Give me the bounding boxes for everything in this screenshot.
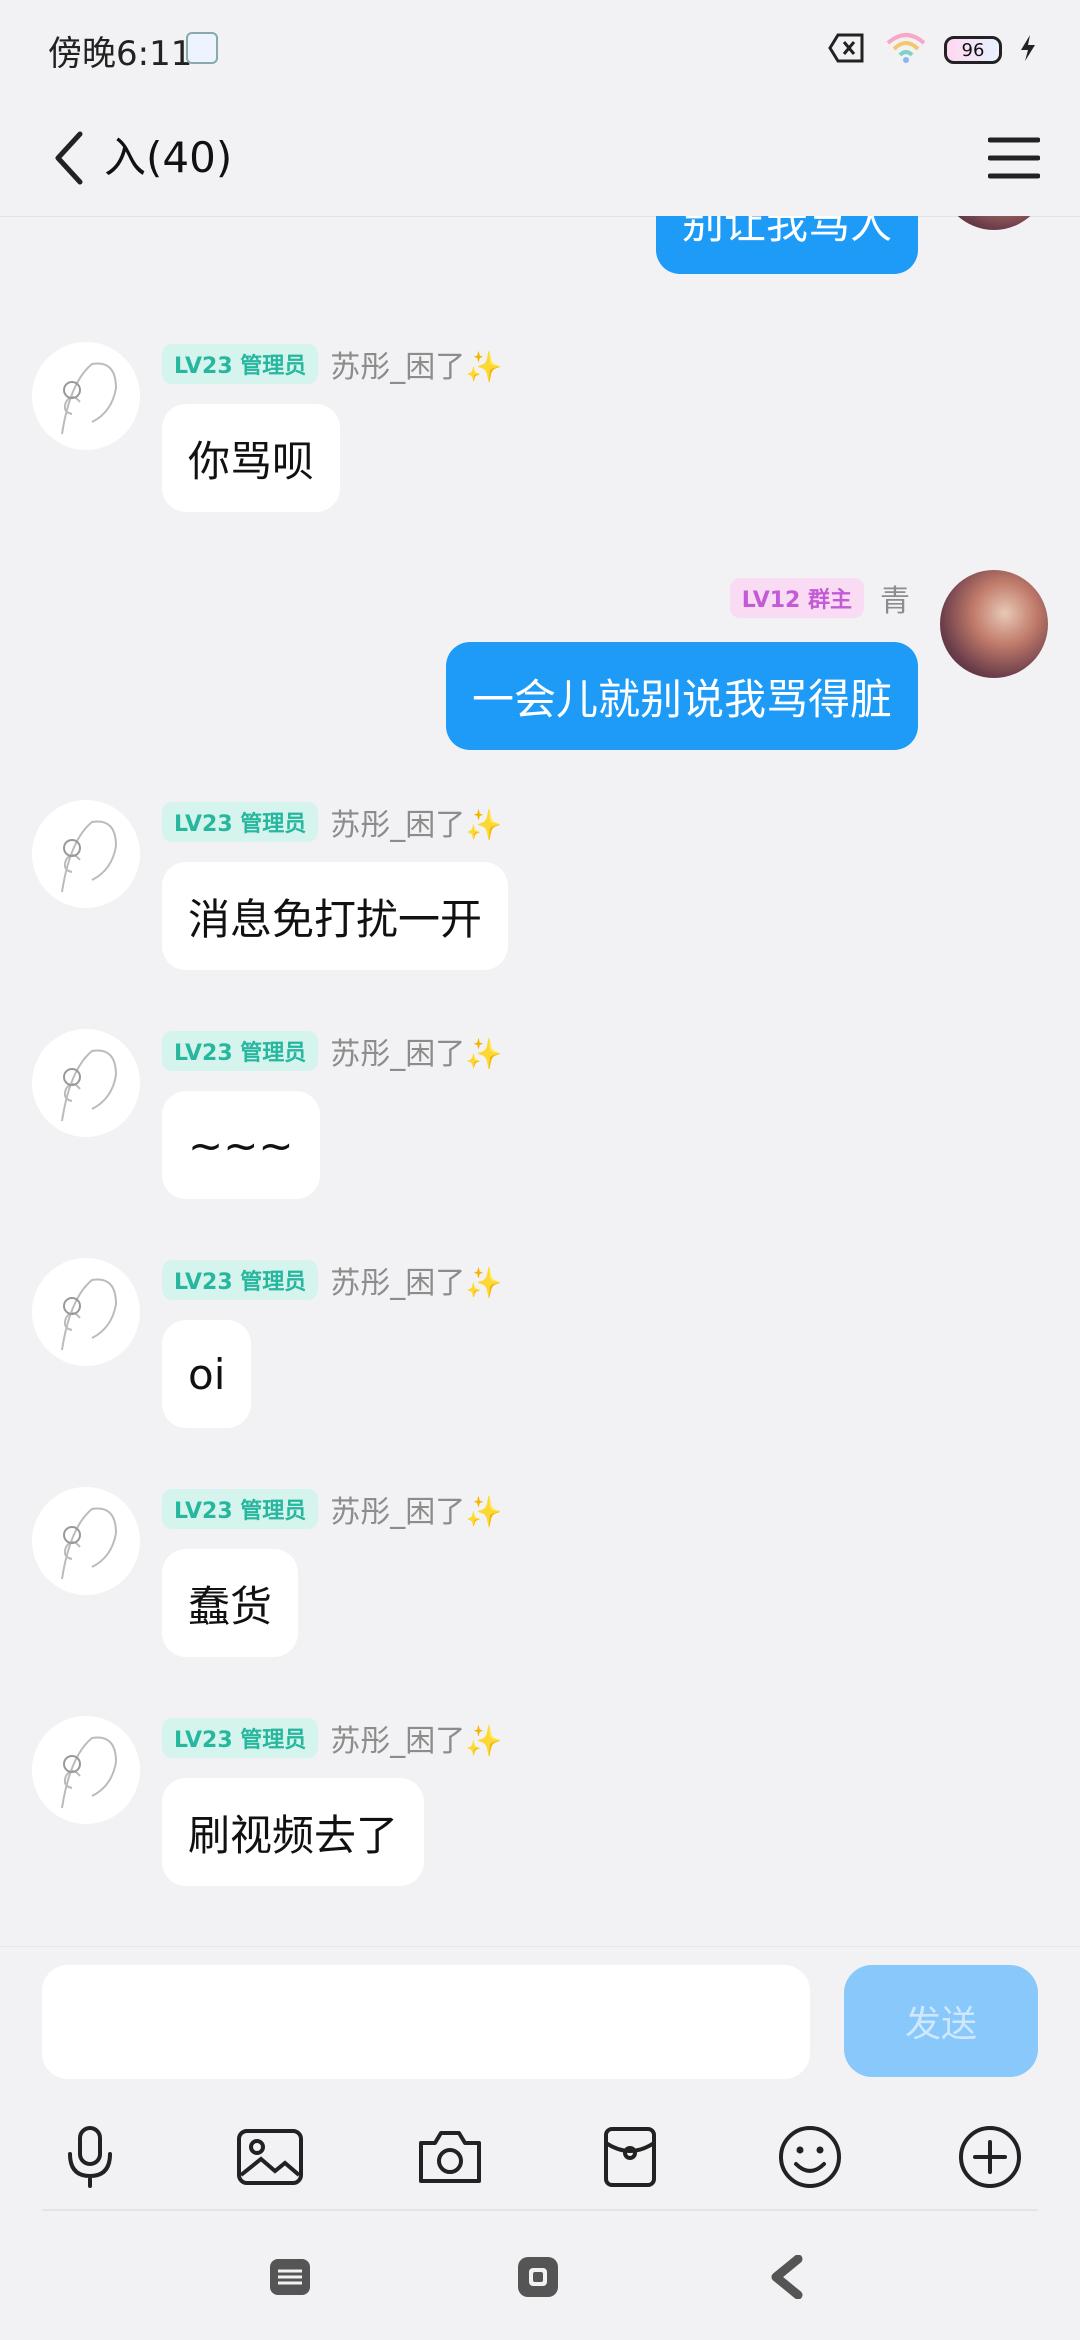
sender-meta: LV23 管理员 苏彤_困了✨: [162, 1029, 503, 1073]
avatar[interactable]: [940, 570, 1048, 678]
more-menu-button[interactable]: [974, 118, 1054, 198]
sender-meta: LV23 管理员 苏彤_困了✨: [162, 1258, 503, 1302]
chat-header: 入(40): [0, 100, 1080, 217]
message-list[interactable]: 别让我骂人 LV23 管理员 苏彤_困了✨ 你骂呗 LV12 群主 青 一会儿就…: [0, 216, 1080, 1946]
microphone-icon[interactable]: [40, 2107, 140, 2207]
message-other: LV23 管理员 苏彤_困了✨ 刷视频去了: [0, 1716, 1080, 1916]
message-input[interactable]: [42, 1965, 810, 2079]
message-bubble[interactable]: 消息免打扰一开: [162, 862, 509, 970]
sender-name[interactable]: 苏彤_困了✨: [330, 342, 502, 386]
system-nav-bar: [0, 2212, 1080, 2340]
home-icon[interactable]: [503, 2242, 573, 2312]
sender-name[interactable]: 苏彤_困了✨: [330, 1258, 502, 1302]
sim-off-icon: [828, 31, 868, 69]
message-other: LV23 管理员 苏彤_困了✨ 消息免打扰一开: [0, 800, 1080, 1000]
camera-icon[interactable]: [400, 2107, 500, 2207]
sender-name[interactable]: 苏彤_困了✨: [330, 1716, 502, 1760]
group-title: 入(40): [104, 133, 233, 182]
status-icons: 96: [828, 30, 1038, 70]
level-badge: LV23 管理员: [162, 1489, 319, 1529]
image-icon[interactable]: [220, 2107, 320, 2207]
message-self: 别让我骂人: [0, 216, 1080, 326]
level-badge: LV23 管理员: [162, 802, 319, 842]
sender-meta: LV23 管理员 苏彤_困了✨: [162, 1716, 503, 1760]
sender-meta: LV23 管理员 苏彤_困了✨: [162, 342, 503, 386]
composer: 发送: [0, 1946, 1080, 2211]
message-bubble[interactable]: 一会儿就别说我骂得脏: [445, 642, 918, 750]
message-bubble[interactable]: ~~~: [162, 1091, 320, 1199]
menu-icon[interactable]: [255, 2242, 325, 2312]
sender-name[interactable]: 青: [880, 576, 910, 620]
message-self: LV12 群主 青 一会儿就别说我骂得脏: [0, 570, 1080, 770]
avatar[interactable]: [32, 1716, 140, 1824]
hamburger-icon: [988, 137, 1040, 179]
message-bubble[interactable]: 蠢货: [162, 1549, 299, 1657]
sender-meta: LV12 群主 青: [729, 576, 910, 620]
avatar[interactable]: [32, 1487, 140, 1595]
avatar[interactable]: [32, 342, 140, 450]
composer-toolbar: [0, 2107, 1080, 2207]
emoji-icon[interactable]: [760, 2107, 860, 2207]
sender-name[interactable]: 苏彤_困了✨: [330, 1487, 502, 1531]
send-button[interactable]: 发送: [844, 1965, 1038, 2077]
message-bubble[interactable]: 别让我骂人: [655, 216, 918, 274]
message-other: LV23 管理员 苏彤_困了✨ ~~~: [0, 1029, 1080, 1229]
sender-name[interactable]: 苏彤_困了✨: [330, 800, 502, 844]
back-icon[interactable]: [753, 2242, 823, 2312]
sender-name[interactable]: 苏彤_困了✨: [330, 1029, 502, 1073]
sender-meta: LV23 管理员 苏彤_困了✨: [162, 1487, 503, 1531]
avatar[interactable]: [32, 1029, 140, 1137]
message-other: LV23 管理员 苏彤_困了✨ 你骂呗: [0, 342, 1080, 572]
plus-icon[interactable]: [940, 2107, 1040, 2207]
chevron-left-icon: [55, 131, 83, 185]
status-time: 傍晚6:11: [48, 34, 193, 74]
charging-icon: [1018, 33, 1038, 67]
message-bubble[interactable]: 你骂呗: [162, 404, 341, 512]
level-badge: LV23 管理员: [162, 344, 319, 384]
red-packet-icon[interactable]: [580, 2107, 680, 2207]
app-notification-icon: [186, 32, 218, 64]
message-other: LV23 管理员 苏彤_困了✨ 蠢货: [0, 1487, 1080, 1687]
avatar[interactable]: [940, 216, 1048, 230]
message-bubble[interactable]: 刷视频去了: [162, 1778, 425, 1886]
level-badge: LV23 管理员: [162, 1260, 319, 1300]
level-badge: LV23 管理员: [162, 1031, 319, 1071]
avatar[interactable]: [32, 800, 140, 908]
battery-indicator: 96: [944, 36, 1002, 64]
level-badge: LV23 管理员: [162, 1718, 319, 1758]
message-other: LV23 管理员 苏彤_困了✨ oi: [0, 1258, 1080, 1458]
divider: [42, 2209, 1038, 2211]
level-badge: LV12 群主: [729, 578, 864, 618]
avatar[interactable]: [32, 1258, 140, 1366]
status-bar: 傍晚6:11 96: [0, 0, 1080, 100]
sender-meta: LV23 管理员 苏彤_困了✨: [162, 800, 503, 844]
back-button[interactable]: [30, 118, 110, 198]
message-bubble[interactable]: oi: [162, 1320, 252, 1428]
wifi-icon: [884, 31, 928, 69]
